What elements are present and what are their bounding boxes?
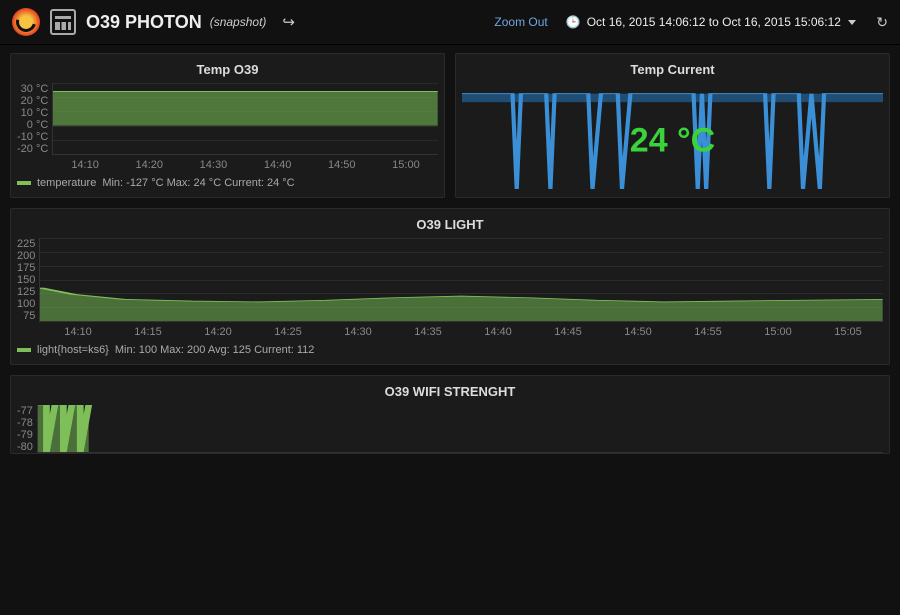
y-tick: 75 <box>23 310 35 322</box>
y-tick: 10 °C <box>21 107 49 119</box>
plot-area[interactable]: 24 °C <box>462 83 883 189</box>
y-tick: -79 <box>17 429 33 441</box>
temp-series-icon <box>53 83 438 154</box>
y-tick: 150 <box>17 274 35 286</box>
y-tick: 30 °C <box>21 83 49 95</box>
legend-series: temperature <box>37 177 96 189</box>
y-tick: -77 <box>17 405 33 417</box>
x-axis: 14:10 14:15 14:20 14:25 14:30 14:35 14:4… <box>17 322 883 338</box>
dashboard-icon[interactable] <box>50 9 76 35</box>
y-axis: 30 °C 20 °C 10 °C 0 °C -10 °C -20 °C <box>17 83 52 155</box>
share-icon[interactable]: ↪ <box>282 13 295 31</box>
y-tick: -78 <box>17 417 33 429</box>
panel-title: Temp Current <box>462 60 883 83</box>
y-tick: 200 <box>17 250 35 262</box>
dashboard-subtitle: (snapshot) <box>210 15 267 29</box>
x-tick: 14:50 <box>603 326 673 338</box>
x-tick: 15:05 <box>813 326 883 338</box>
legend[interactable]: light{host=ks6} Min: 100 Max: 200 Avg: 1… <box>17 338 883 356</box>
y-tick: 125 <box>17 286 35 298</box>
x-tick: 14:10 <box>43 326 113 338</box>
x-tick: 14:30 <box>181 159 245 171</box>
y-tick: -20 °C <box>17 143 48 155</box>
panel-o39-light[interactable]: O39 LIGHT 225 200 175 150 125 100 75 <box>10 208 890 365</box>
x-tick: 15:00 <box>374 159 438 171</box>
plot-area[interactable] <box>39 238 883 322</box>
plot-area[interactable] <box>37 405 883 453</box>
top-bar: O39 PHOTON (snapshot) ↪ Zoom Out 🕒 Oct 1… <box>0 0 900 45</box>
legend-stats: Min: -127 °C Max: 24 °C Current: 24 °C <box>102 177 294 189</box>
clock-icon: 🕒 <box>566 15 581 29</box>
singlestat-value: 24 °C <box>630 122 715 161</box>
y-tick: 100 <box>17 298 35 310</box>
x-tick: 15:00 <box>743 326 813 338</box>
x-axis: 14:10 14:20 14:30 14:40 14:50 15:00 <box>17 155 438 171</box>
grafana-logo-icon[interactable] <box>12 8 40 36</box>
legend-swatch-icon <box>17 348 31 352</box>
y-axis: 225 200 175 150 125 100 75 <box>17 238 39 322</box>
x-tick: 14:25 <box>253 326 323 338</box>
y-axis: -77 -78 -79 -80 <box>17 405 37 453</box>
panel-title: Temp O39 <box>17 60 438 83</box>
zoom-out-button[interactable]: Zoom Out <box>494 15 547 29</box>
dashboard-title[interactable]: O39 PHOTON <box>86 12 202 33</box>
x-tick: 14:45 <box>533 326 603 338</box>
y-tick: 20 °C <box>21 95 49 107</box>
x-tick: 14:10 <box>53 159 117 171</box>
x-tick: 14:40 <box>246 159 310 171</box>
y-tick: 225 <box>17 238 35 250</box>
time-range-text: Oct 16, 2015 14:06:12 to Oct 16, 2015 15… <box>587 15 841 29</box>
panel-o39-wifi[interactable]: O39 WIFI STRENGHT -77 -78 -79 -80 <box>10 375 890 454</box>
panel-title: O39 WIFI STRENGHT <box>17 382 883 405</box>
panel-title: O39 LIGHT <box>17 215 883 238</box>
y-tick: -10 °C <box>17 131 48 143</box>
chevron-down-icon <box>848 20 856 25</box>
wifi-series-icon <box>38 405 883 452</box>
light-series-icon <box>40 238 883 321</box>
x-tick: 14:50 <box>310 159 374 171</box>
x-tick: 14:20 <box>183 326 253 338</box>
panel-temp-current[interactable]: Temp Current 24 °C <box>455 53 890 198</box>
panel-temp-o39[interactable]: Temp O39 30 °C 20 °C 10 °C 0 °C -10 °C -… <box>10 53 445 198</box>
y-tick: 175 <box>17 262 35 274</box>
x-tick: 14:15 <box>113 326 183 338</box>
legend[interactable]: temperature Min: -127 °C Max: 24 °C Curr… <box>17 171 438 189</box>
x-tick: 14:55 <box>673 326 743 338</box>
x-tick: 14:20 <box>117 159 181 171</box>
refresh-icon[interactable]: ↻ <box>876 14 888 31</box>
x-tick: 14:35 <box>393 326 463 338</box>
y-tick: 0 °C <box>27 119 49 131</box>
legend-stats: Min: 100 Max: 200 Avg: 125 Current: 112 <box>115 344 315 356</box>
plot-area[interactable] <box>52 83 438 155</box>
legend-swatch-icon <box>17 181 31 185</box>
x-tick: 14:30 <box>323 326 393 338</box>
time-range-picker[interactable]: Oct 16, 2015 14:06:12 to Oct 16, 2015 15… <box>587 15 857 29</box>
legend-series: light{host=ks6} <box>37 344 109 356</box>
x-tick: 14:40 <box>463 326 533 338</box>
y-tick: -80 <box>17 441 33 453</box>
